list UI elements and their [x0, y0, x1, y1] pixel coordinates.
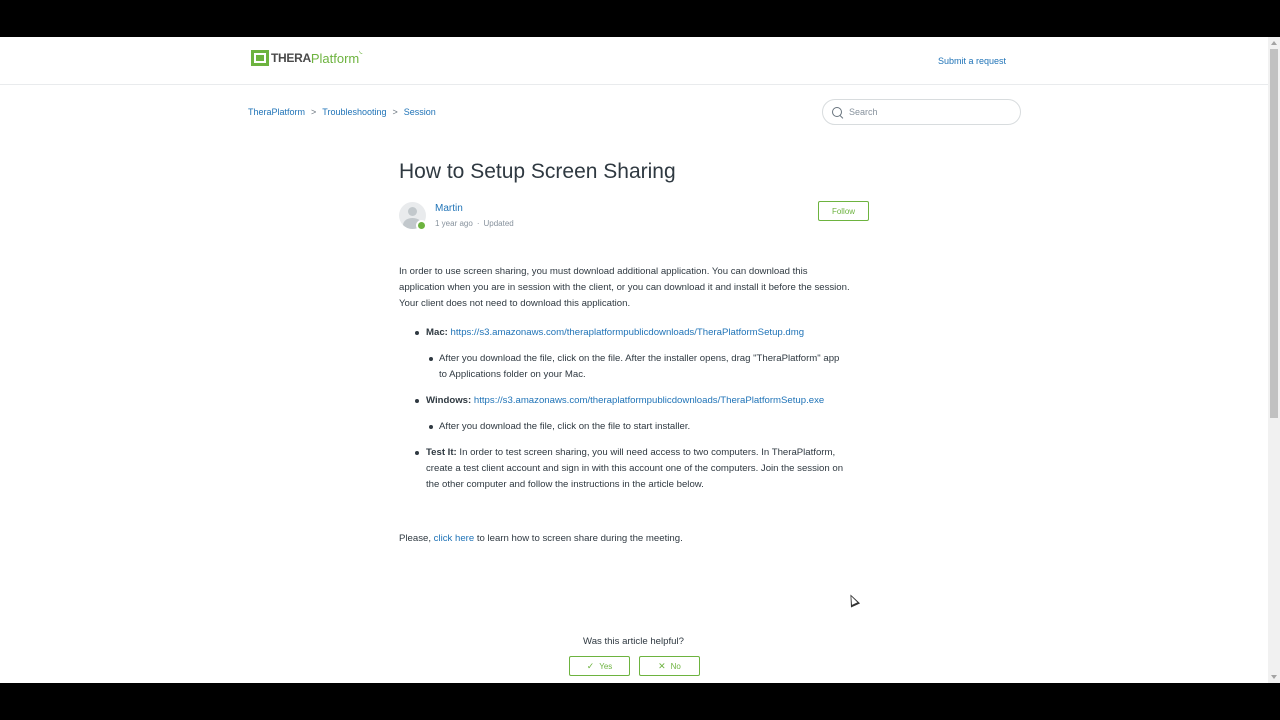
test-line: Test It: In order to test screen sharing… [426, 447, 836, 458]
test-line: the other computer and follow the instru… [426, 479, 704, 490]
logo-text-platform: Platform [310, 50, 360, 66]
x-icon: ✕ [658, 660, 666, 671]
article-title: How to Setup Screen Sharing [399, 160, 676, 183]
mac-note: After you download the file, click on th… [439, 351, 839, 383]
bullet [415, 451, 419, 455]
breadcrumb-separator: > [392, 107, 398, 117]
scrollbar-thumb[interactable] [1270, 49, 1278, 418]
windows-note: After you download the file, click on th… [439, 421, 691, 432]
vote-no-button[interactable]: ✕ No [639, 656, 700, 676]
site-header: THERA Platform ◟ Submit a request [0, 37, 1268, 85]
scroll-down-icon[interactable] [1271, 675, 1277, 679]
logo-mark-icon: ◟ [359, 45, 363, 55]
bullet [415, 399, 419, 403]
article-meta: 1 year ago · Updated [435, 219, 514, 228]
follow-button[interactable]: Follow [818, 201, 869, 221]
article-intro: In order to use screen sharing, you must… [399, 264, 874, 312]
meta-separator: · [476, 219, 480, 228]
vote-yes-label: Yes [599, 661, 613, 671]
browser-viewport: THERA Platform ◟ Submit a request TheraP… [0, 37, 1280, 683]
mac-note-line: to Applications folder on your Mac. [439, 369, 586, 380]
agent-badge-icon [416, 220, 427, 231]
click-here-link[interactable]: click here [434, 533, 475, 544]
mac-label: Mac: [426, 327, 448, 338]
search-input[interactable] [849, 107, 1009, 117]
intro-line: In order to use screen sharing, you must… [399, 266, 808, 277]
author-name-link[interactable]: Martin [435, 203, 463, 214]
check-icon: ✓ [586, 660, 595, 671]
intro-line: application when you are in session with… [399, 282, 850, 293]
logo-icon [251, 50, 269, 66]
search-box[interactable] [822, 99, 1021, 125]
test-line: create a test client account and sign in… [426, 463, 844, 474]
breadcrumb-troubleshooting[interactable]: Troubleshooting [322, 107, 386, 117]
windows-label: Windows: [426, 395, 472, 406]
breadcrumb-session[interactable]: Session [404, 107, 436, 117]
mac-download-link[interactable]: https://s3.amazonaws.com/theraplatformpu… [451, 327, 805, 338]
mac-line: Mac: https://s3.amazonaws.com/theraplatf… [426, 325, 804, 341]
intro-line: Your client does not need to download th… [399, 298, 631, 309]
helpful-question: Was this article helpful? [583, 636, 684, 647]
vote-yes-button[interactable]: ✓ Yes [569, 656, 630, 676]
bullet [429, 357, 433, 361]
search-icon [832, 106, 843, 118]
test-label: Test It: [426, 447, 457, 458]
vote-no-label: No [670, 661, 681, 671]
mac-note-line: After you download the file, click on th… [439, 353, 840, 364]
breadcrumb-separator: > [311, 107, 317, 117]
windows-line: Windows: https://s3.amazonaws.com/therap… [426, 393, 824, 409]
closing-paragraph: Please, click here to learn how to scree… [399, 533, 683, 544]
breadcrumb: TheraPlatform > Troubleshooting > Sessio… [248, 107, 436, 117]
article-time: 1 year ago [435, 219, 473, 228]
breadcrumb-theraplatform[interactable]: TheraPlatform [248, 107, 305, 117]
article-updated: Updated [483, 219, 514, 228]
logo-text-thera: THERA [271, 51, 311, 65]
test-text: Test It: In order to test screen sharing… [426, 445, 843, 493]
bullet [415, 331, 419, 335]
scroll-up-icon[interactable] [1271, 41, 1277, 45]
submit-request-link[interactable]: Submit a request [938, 56, 1006, 66]
mouse-cursor-icon [845, 592, 861, 608]
bullet [429, 425, 433, 429]
vertical-scrollbar[interactable] [1268, 37, 1280, 683]
theraplatform-logo[interactable]: THERA Platform ◟ [251, 46, 362, 66]
windows-download-link[interactable]: https://s3.amazonaws.com/theraplatformpu… [474, 395, 824, 406]
